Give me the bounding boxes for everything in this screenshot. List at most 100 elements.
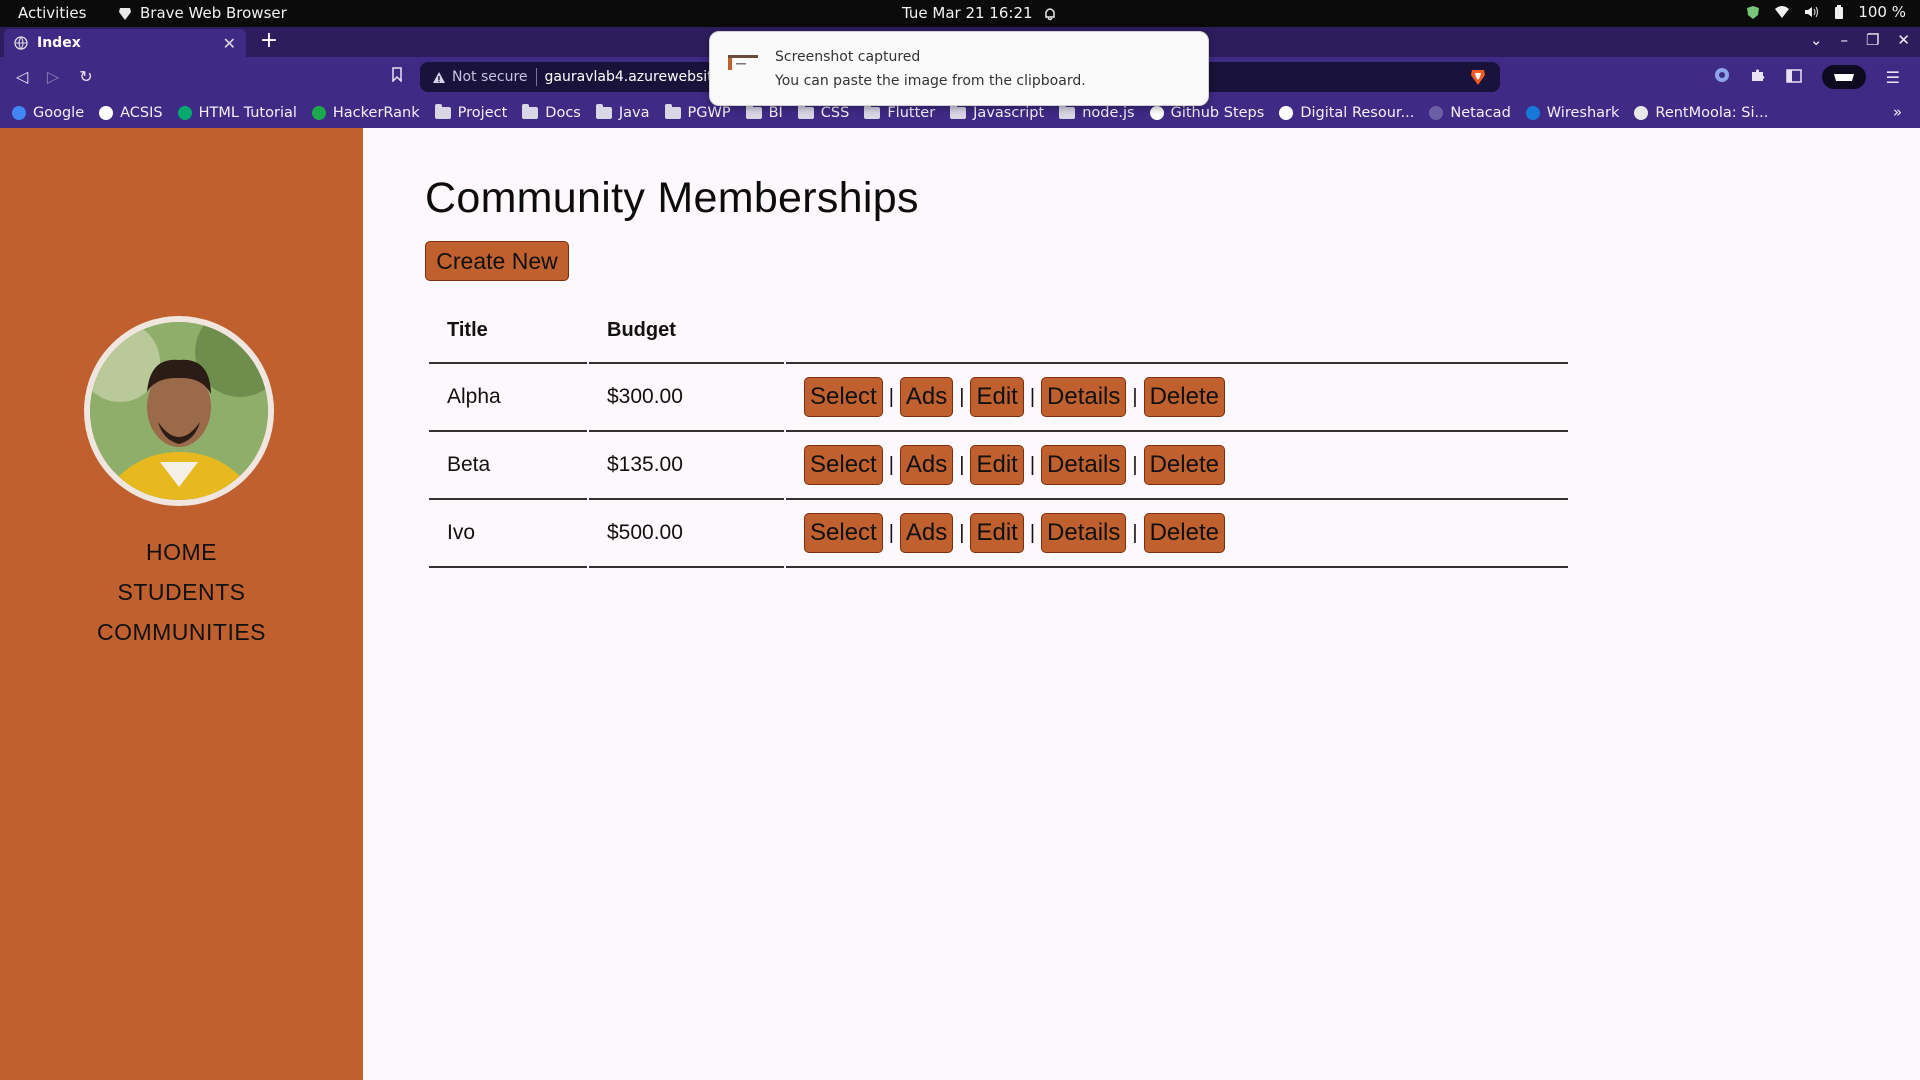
extensions-puzzle-icon[interactable] <box>1750 67 1766 87</box>
brave-rewards-icon[interactable] <box>1714 67 1730 87</box>
bookmark-item[interactable]: HackerRank <box>311 105 420 121</box>
bookmark-label: HTML Tutorial <box>198 105 297 121</box>
bookmark-item[interactable]: Javascript <box>950 104 1044 121</box>
folder-icon <box>664 104 681 119</box>
action-separator: | <box>959 521 965 544</box>
bookmark-label: PGWP <box>687 105 731 121</box>
bookmark-item[interactable]: Java <box>595 104 650 121</box>
details-button[interactable]: Details <box>1041 377 1127 417</box>
cell-budget: $135.00 <box>589 432 784 500</box>
brave-shields-icon[interactable] <box>1470 68 1486 90</box>
edit-button[interactable]: Edit <box>970 377 1024 417</box>
nav-link-students[interactable]: STUDENTS <box>0 572 363 612</box>
activities-button[interactable]: Activities <box>18 4 86 22</box>
nav-link-communities[interactable]: COMMUNITIES <box>0 612 363 652</box>
bookmarks-overflow-icon[interactable]: » <box>1893 103 1902 121</box>
bookmark-label: Java <box>618 105 650 121</box>
bookmark-item[interactable]: ACSIS <box>99 105 163 121</box>
reload-icon[interactable]: ↻ <box>75 66 97 88</box>
details-button[interactable]: Details <box>1041 513 1127 553</box>
notification-body: You can paste the image from the clipboa… <box>775 73 1086 89</box>
cell-title: Beta <box>429 432 587 500</box>
ads-button[interactable]: Ads <box>899 377 954 417</box>
bookmark-label: HackerRank <box>332 105 420 121</box>
delete-button[interactable]: Delete <box>1143 513 1225 553</box>
digital-resources-icon <box>1279 106 1294 120</box>
app-name-label: Brave Web Browser <box>140 4 287 22</box>
bookmark-item[interactable]: Wireshark <box>1525 105 1619 121</box>
clock[interactable]: Tue Mar 21 16:21 <box>902 4 1057 22</box>
row-actions: Select | Ads | Edit | Details | Delete <box>804 513 1568 553</box>
page-title: Community Memberships <box>425 174 919 222</box>
bookmark-item[interactable]: Flutter <box>864 104 936 121</box>
extension-icons: ☰ <box>1714 65 1900 89</box>
bookmark-item[interactable]: Github Steps <box>1149 105 1265 121</box>
bookmark-item[interactable]: Project <box>434 104 507 121</box>
brave-wallet-icon[interactable] <box>1821 65 1866 89</box>
delete-button[interactable]: Delete <box>1143 377 1225 417</box>
brave-lion-icon <box>118 6 132 21</box>
select-button[interactable]: Select <box>804 445 883 485</box>
main-content: Community Memberships Create New Title B… <box>363 128 1920 1080</box>
bookmark-label: Flutter <box>887 105 936 121</box>
back-icon[interactable]: ◁ <box>11 66 33 88</box>
close-tab-icon[interactable]: ✕ <box>223 34 236 53</box>
warning-triangle-icon <box>432 71 446 84</box>
column-header-budget: Budget <box>589 298 784 364</box>
bookmark-item[interactable]: Google <box>12 105 84 121</box>
details-button[interactable]: Details <box>1041 445 1127 485</box>
new-tab-button[interactable]: + <box>256 29 282 55</box>
bookmark-label: Github Steps <box>1170 105 1265 121</box>
action-separator: | <box>1029 385 1036 408</box>
create-new-button[interactable]: Create New <box>425 241 569 281</box>
select-button[interactable]: Select <box>804 377 883 417</box>
ads-button[interactable]: Ads <box>899 445 954 485</box>
edit-button[interactable]: Edit <box>970 513 1024 553</box>
ads-button[interactable]: Ads <box>899 513 954 553</box>
action-separator: | <box>888 385 894 408</box>
edit-button[interactable]: Edit <box>970 445 1024 485</box>
notification-title: Screenshot captured <box>775 49 921 65</box>
screenshot-notification[interactable]: Screenshot captured You can paste the im… <box>709 31 1209 106</box>
system-tray[interactable]: 100 % <box>1746 3 1906 21</box>
bookmark-item[interactable]: Digital Resour... <box>1279 105 1414 121</box>
tab-search-chevron-icon[interactable]: ⌄ <box>1810 31 1823 49</box>
shield-status-icon <box>1746 5 1760 20</box>
bookmark-page-icon[interactable] <box>386 66 408 88</box>
action-separator: | <box>1029 521 1036 544</box>
row-actions: Select | Ads | Edit | Details | Delete <box>804 445 1568 485</box>
browser-menu-icon[interactable]: ☰ <box>1886 68 1900 87</box>
bookmark-item[interactable]: PGWP <box>664 104 731 121</box>
cell-title: Ivo <box>429 500 587 568</box>
bookmark-item[interactable]: Netacad <box>1429 105 1511 121</box>
memberships-table: Title Budget Alpha $300.00 Select | Ads | Edit… <box>427 298 1570 568</box>
restore-icon[interactable]: ❐ <box>1866 31 1879 49</box>
cell-budget: $500.00 <box>589 500 784 568</box>
column-header-title: Title <box>429 298 587 364</box>
table-header-row: Title Budget <box>429 298 1568 364</box>
bookmark-item[interactable]: HTML Tutorial <box>177 105 297 121</box>
security-indicator[interactable]: Not secure <box>432 69 528 85</box>
bookmark-item[interactable]: Docs <box>522 104 581 121</box>
bookmark-label: node.js <box>1082 105 1135 121</box>
github-icon <box>1149 106 1164 120</box>
minimize-icon[interactable]: – <box>1840 31 1848 49</box>
bookmark-item[interactable]: BI <box>745 104 783 121</box>
bookmark-item[interactable]: RentMoola: Si... <box>1634 105 1768 121</box>
folder-icon <box>950 104 967 119</box>
tab-title: Index <box>37 35 81 51</box>
bookmark-item[interactable]: node.js <box>1059 104 1135 121</box>
select-button[interactable]: Select <box>804 513 883 553</box>
google-icon <box>12 106 26 120</box>
forward-icon[interactable]: ▷ <box>42 66 64 88</box>
action-separator: | <box>888 521 894 544</box>
main-nav: HOME STUDENTS COMMUNITIES <box>0 532 363 652</box>
sidebar-toggle-icon[interactable] <box>1785 68 1802 87</box>
bookmark-item[interactable]: CSS <box>797 104 849 121</box>
close-window-icon[interactable]: ✕ <box>1897 31 1910 49</box>
browser-tab-index[interactable]: Index ✕ <box>4 29 246 57</box>
app-menu[interactable]: Brave Web Browser <box>118 4 287 22</box>
delete-button[interactable]: Delete <box>1143 445 1225 485</box>
nav-link-home[interactable]: HOME <box>0 532 363 572</box>
cell-actions: Select | Ads | Edit | Details | Delete <box>786 432 1568 500</box>
